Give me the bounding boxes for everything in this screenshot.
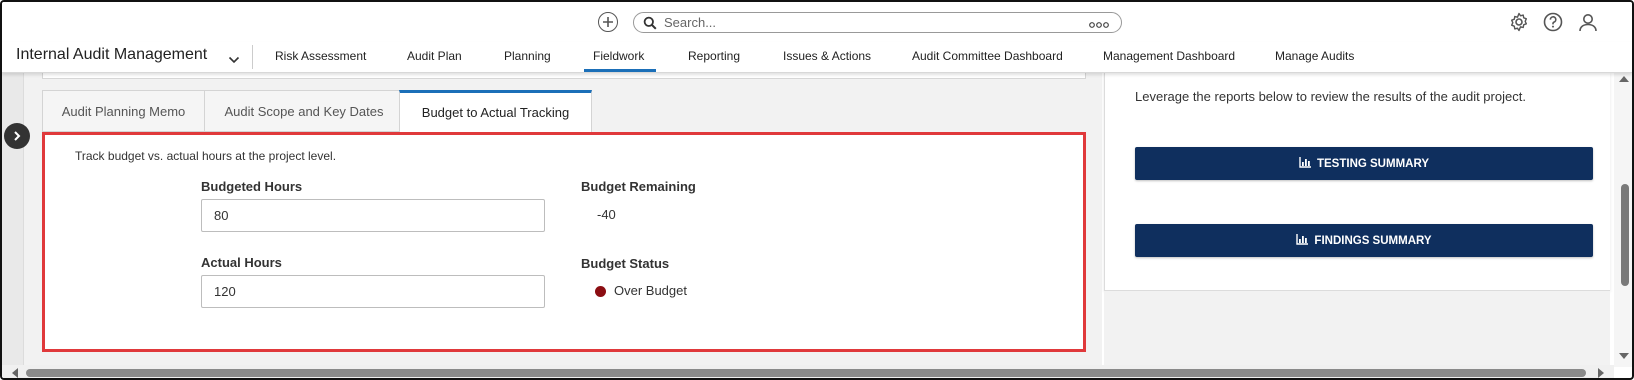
actual-hours-label: Actual Hours [201,255,282,270]
nav-item-audit-plan[interactable]: Audit Plan [407,49,462,63]
plus-circle-icon[interactable] [598,12,618,32]
status-indicator-icon [595,286,606,297]
main-nav: Internal Audit Management Risk Assessmen… [2,42,1632,73]
testing-summary-label: TESTING SUMMARY [1316,157,1430,170]
nav-item-manage-audits[interactable]: Manage Audits [1275,49,1354,63]
budgeted-hours-label: Budgeted Hours [201,179,303,194]
bar-chart-icon [1296,233,1309,248]
nav-item-planning[interactable]: Planning [504,49,551,63]
nav-item-reporting[interactable]: Reporting [688,49,740,63]
reports-description: Leverage the reports below to review the… [1135,89,1526,104]
testing-summary-button[interactable]: TESTING SUMMARY [1135,147,1593,180]
vertical-scroll-thumb[interactable] [1621,184,1629,286]
budget-status-label: Budget Status [581,256,670,271]
tab-label: Budget to Actual Tracking [421,105,570,120]
search-icon [643,16,657,35]
search-input[interactable] [664,14,1064,31]
budget-remaining-label: Budget Remaining [581,179,696,194]
budget-status-value: Over Budget [614,283,687,298]
chevron-down-icon[interactable] [228,51,240,69]
nav-item-management-dashboard[interactable]: Management Dashboard [1103,49,1235,63]
reports-panel: Leverage the reports below to review the… [1104,73,1610,291]
nav-item-risk-assessment[interactable]: Risk Assessment [275,49,366,63]
scroll-right-arrow-icon[interactable] [1598,368,1604,378]
bar-chart-icon [1299,156,1311,171]
search-bar[interactable] [633,12,1122,33]
active-nav-indicator [584,69,656,72]
panel-description: Track budget vs. actual hours at the pro… [75,149,337,163]
previous-card-edge [42,73,1086,79]
scroll-up-arrow-icon[interactable] [1619,76,1629,82]
nav-item-fieldwork[interactable]: Fieldwork [593,49,644,63]
scroll-down-arrow-icon[interactable] [1619,353,1629,359]
gear-icon[interactable] [1508,11,1530,33]
findings-summary-button[interactable]: FINDINGS SUMMARY [1135,224,1593,257]
horizontal-scroll-thumb[interactable] [26,369,1586,377]
actual-hours-input[interactable] [201,275,545,308]
side-strip [2,73,24,367]
nav-item-issues-actions[interactable]: Issues & Actions [783,49,871,63]
findings-summary-label: FINDINGS SUMMARY [1314,234,1432,247]
tab-audit-scope-key-dates[interactable]: Audit Scope and Key Dates [204,90,404,132]
chevron-right-icon[interactable] [4,123,30,149]
nav-divider [252,45,253,69]
tab-budget-to-actual-tracking[interactable]: Budget to Actual Tracking [399,90,592,132]
user-icon[interactable] [1577,11,1599,33]
budget-remaining-value: -40 [597,207,616,222]
tab-label: Audit Planning Memo [61,103,186,119]
app-window: Internal Audit Management Risk Assessmen… [0,0,1634,380]
tab-label: Audit Scope and Key Dates [224,103,384,119]
tab-audit-planning-memo[interactable]: Audit Planning Memo [42,90,205,132]
more-dots-icon[interactable] [1089,17,1109,35]
right-background [1104,291,1610,367]
help-icon[interactable] [1542,11,1564,33]
budget-tracking-panel: Track budget vs. actual hours at the pro… [42,132,1086,352]
nav-item-audit-committee-dashboard[interactable]: Audit Committee Dashboard [912,49,1063,63]
budgeted-hours-input[interactable] [201,199,545,232]
scroll-left-arrow-icon[interactable] [12,368,18,378]
top-bar [2,2,1632,42]
app-title[interactable]: Internal Audit Management [16,46,207,64]
